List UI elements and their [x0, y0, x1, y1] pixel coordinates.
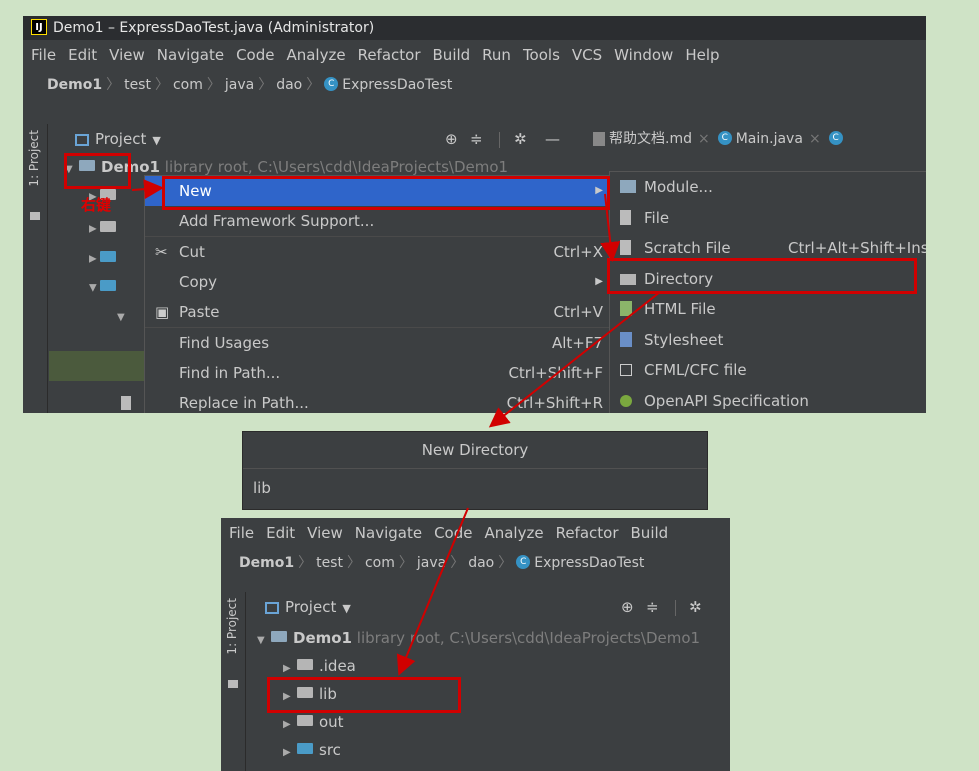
arrow-to-new [131, 179, 164, 200]
annotation-arrows [131, 179, 661, 676]
arrow-to-lib [396, 507, 469, 676]
arrow-to-dialog [488, 291, 661, 428]
arrow-to-directory [600, 193, 621, 262]
